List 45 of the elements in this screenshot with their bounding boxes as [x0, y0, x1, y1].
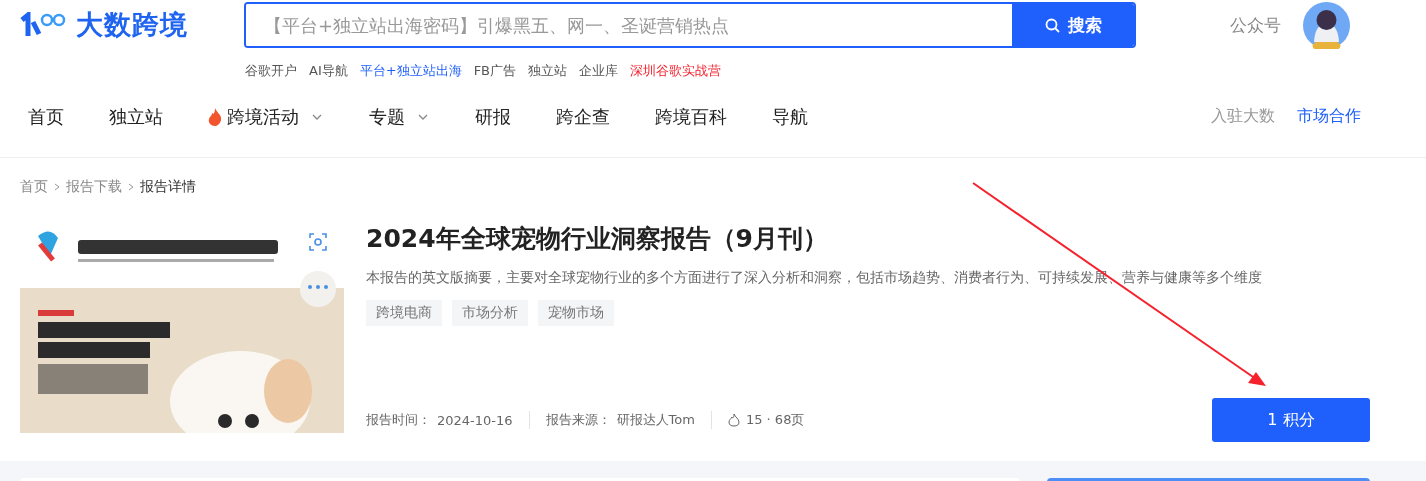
nav-item[interactable]: 研报 — [475, 104, 511, 129]
tag[interactable]: 市场分析 — [452, 300, 528, 326]
breadcrumb-link[interactable]: 首页 — [20, 178, 48, 196]
search-field[interactable]: 【平台+独立站出海密码】引爆黑五、网一、圣诞营销热点 搜索 — [244, 2, 1136, 48]
flame-icon — [727, 413, 740, 427]
search-button[interactable]: 搜索 — [1012, 4, 1134, 46]
nav-item[interactable]: 跨企查 — [556, 104, 610, 129]
points-button[interactable]: 1 积分 — [1212, 398, 1370, 442]
report-stats: 15 · 68页 — [745, 411, 805, 429]
nav-item[interactable]: 跨境活动 — [208, 104, 322, 129]
report-source: 研报达人Tom — [616, 411, 695, 429]
meta-label: 报告时间： — [366, 411, 431, 429]
caret-icon — [312, 113, 322, 120]
tag[interactable]: 跨境电商 — [366, 300, 442, 326]
fire-icon — [208, 107, 222, 126]
nav-link[interactable]: 入驻大数 — [1211, 106, 1275, 127]
report-description: 本报告的英文版摘要，主要对全球宠物行业的多个方面进行了深入分析和洞察，包括市场趋势、消费者行为、可持续发展、营养与健康等多个维度 — [366, 268, 1263, 287]
nav-item[interactable]: 独立站 — [109, 104, 163, 129]
chevron-icon — [127, 182, 135, 192]
hot-link[interactable]: AI导航 — [309, 62, 348, 76]
chevron-icon — [53, 182, 61, 192]
nav-item[interactable]: 导航 — [772, 104, 808, 129]
avatar[interactable] — [1303, 1, 1350, 49]
logo-text[interactable]: 大数跨境 — [76, 7, 188, 43]
hot-link[interactable]: 平台+独立站出海 — [359, 62, 462, 76]
nav-item[interactable]: 专题 — [369, 104, 428, 129]
tag[interactable]: 宠物市场 — [538, 300, 614, 326]
nav-item[interactable]: 首页 — [28, 104, 64, 129]
meta-label: 报告来源： — [545, 411, 611, 429]
account-link[interactable]: 公众号 — [1230, 13, 1281, 37]
hot-link[interactable]: 独立站 — [528, 62, 568, 76]
nav-link[interactable]: 市场合作 — [1297, 106, 1361, 127]
search-icon — [1044, 17, 1060, 33]
hot-link[interactable]: 谷歌开户 — [245, 62, 297, 76]
visual-search-icon[interactable] — [309, 233, 327, 251]
hot-link[interactable]: FB广告 — [473, 62, 517, 76]
more-icon[interactable] — [300, 271, 336, 307]
hot-link[interactable]: 企业库 — [579, 62, 619, 76]
hot-link[interactable]: 深圳谷歌实战营 — [630, 62, 722, 76]
report-date: 2024-10-16 — [437, 412, 513, 428]
breadcrumb-link[interactable]: 报告下载 — [66, 178, 122, 196]
nav-item[interactable]: 跨境百科 — [655, 104, 727, 129]
breadcrumb-current: 报告详情 — [140, 178, 196, 196]
report-title: 2024年全球宠物行业洞察报告（9月刊） — [366, 223, 829, 255]
caret-icon — [418, 113, 428, 120]
